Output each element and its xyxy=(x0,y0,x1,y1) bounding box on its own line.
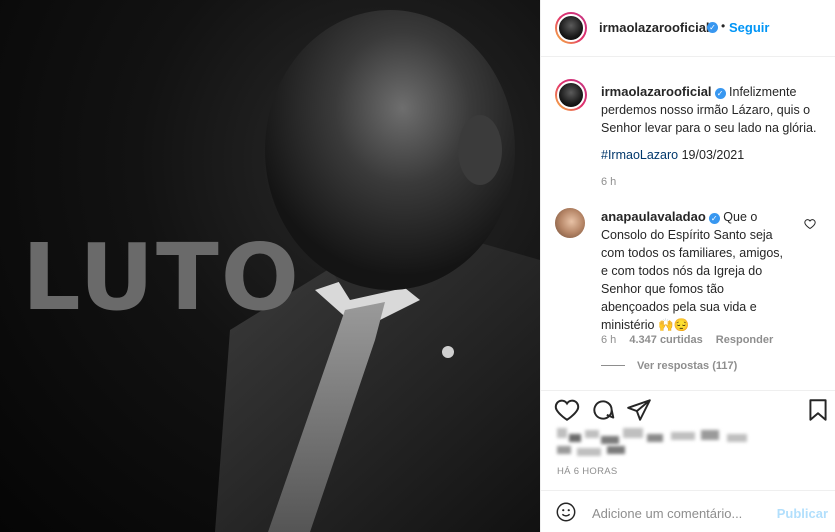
share-paper-plane-icon[interactable] xyxy=(626,397,652,423)
add-comment-bar: Adicione um comentário... Publicar xyxy=(541,490,835,532)
reply-button[interactable]: Responder xyxy=(716,334,773,346)
caption-date: 19/03/2021 xyxy=(681,148,745,162)
comment-likes[interactable]: 4.347 curtidas xyxy=(629,334,702,346)
post-image[interactable]: LUTO xyxy=(0,0,540,532)
comment-time: 6 h xyxy=(601,334,617,346)
comment-like-heart-icon[interactable] xyxy=(804,218,816,230)
comment-meta: 6 h 4.347 curtidas Responder xyxy=(601,334,773,346)
post-side-panel: irmaolazarooficial ✓ • Seguir irmaolazar… xyxy=(540,0,835,532)
caption-username[interactable]: irmaolazarooficial xyxy=(601,84,712,99)
header-username[interactable]: irmaolazarooficial xyxy=(599,20,710,35)
comment-text: Que o Consolo do Espírito Santo seja com… xyxy=(601,210,784,332)
verified-badge-icon: ✓ xyxy=(708,213,720,224)
follow-button[interactable]: Seguir xyxy=(729,20,769,35)
caption-tags: #IrmaoLazaro 19/03/2021 xyxy=(601,148,744,162)
save-bookmark-icon[interactable] xyxy=(805,397,831,423)
caption: irmaolazarooficial ✓ Infelizmente perdemo… xyxy=(601,83,826,137)
like-heart-icon[interactable] xyxy=(554,397,580,423)
post-header: irmaolazarooficial ✓ • Seguir xyxy=(541,0,835,57)
header-avatar[interactable] xyxy=(555,12,587,44)
caption-time: 6 h xyxy=(601,176,617,188)
verified-badge-icon: ✓ xyxy=(707,22,718,33)
view-replies-button[interactable]: Ver respostas (117) xyxy=(637,360,737,372)
hashtag-link[interactable]: #IrmaoLazaro xyxy=(601,148,678,162)
separator-dot: • xyxy=(721,19,726,33)
verified-badge-icon: ✓ xyxy=(714,88,726,99)
post-time-ago: HÁ 6 HORAS xyxy=(557,466,618,477)
commenter-avatar[interactable] xyxy=(555,208,585,238)
caption-avatar[interactable] xyxy=(555,79,587,111)
emoji-smiley-icon[interactable] xyxy=(555,501,577,523)
comment-emoji: 🙌😔 xyxy=(657,318,690,332)
replies-line xyxy=(601,365,625,366)
comment-bubble-icon[interactable] xyxy=(590,397,616,423)
comment-username[interactable]: anapaulavaladao xyxy=(601,209,706,224)
comment-input[interactable]: Adicione um comentário... xyxy=(592,506,742,521)
comments-section[interactable]: irmaolazarooficial ✓ Infelizmente perdemo… xyxy=(541,58,835,390)
publish-button[interactable]: Publicar xyxy=(777,506,828,521)
luto-overlay-text: LUTO xyxy=(22,224,302,331)
comment-body: anapaulavaladao ✓ Que o Consolo do Espíri… xyxy=(601,208,791,334)
